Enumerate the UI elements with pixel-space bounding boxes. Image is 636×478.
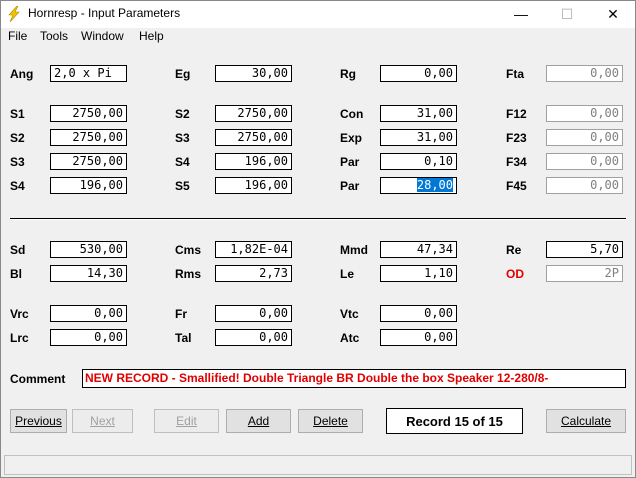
menu-file[interactable]: File bbox=[8, 29, 27, 43]
field-tal[interactable]: 0,00 bbox=[215, 329, 292, 346]
label-s4: S4 bbox=[10, 179, 25, 193]
next-button[interactable]: Next bbox=[72, 409, 133, 433]
field-f45[interactable]: 0,00 bbox=[546, 177, 623, 194]
label-f34: F34 bbox=[506, 155, 527, 169]
label-rms: Rms bbox=[175, 267, 202, 281]
field-s4[interactable]: 196,00 bbox=[50, 177, 127, 194]
label-fr: Fr bbox=[175, 307, 187, 321]
label-cms: Cms bbox=[175, 243, 202, 257]
label-f23: F23 bbox=[506, 131, 527, 145]
label-f45: F45 bbox=[506, 179, 527, 193]
field-par-1[interactable]: 0,10 bbox=[380, 153, 457, 170]
label-le: Le bbox=[340, 267, 355, 281]
label-par-1: Par bbox=[340, 155, 360, 169]
field-con[interactable]: 31,00 bbox=[380, 105, 457, 122]
field-par-2[interactable]: 28,00 bbox=[380, 177, 457, 194]
field-s2[interactable]: 2750,00 bbox=[50, 129, 127, 146]
field-s3-right[interactable]: 2750,00 bbox=[215, 129, 292, 146]
field-s2-right[interactable]: 2750,00 bbox=[215, 105, 292, 122]
menu-tools[interactable]: Tools bbox=[40, 29, 68, 43]
label-vrc: Vrc bbox=[10, 307, 29, 321]
field-sd[interactable]: 530,00 bbox=[50, 241, 127, 258]
record-indicator: Record 15 of 15 bbox=[386, 408, 523, 434]
field-fta[interactable]: 0,00 bbox=[546, 65, 623, 82]
label-eg: Eg bbox=[175, 67, 191, 81]
field-vrc[interactable]: 0,00 bbox=[50, 305, 127, 322]
status-bar bbox=[4, 455, 632, 475]
field-exp[interactable]: 31,00 bbox=[380, 129, 457, 146]
label-s2: S2 bbox=[10, 131, 25, 145]
label-fta: Fta bbox=[506, 67, 524, 81]
label-atc: Atc bbox=[340, 331, 360, 345]
label-f12: F12 bbox=[506, 107, 527, 121]
label-par-2: Par bbox=[340, 179, 360, 193]
label-comment: Comment bbox=[10, 372, 66, 386]
label-vtc: Vtc bbox=[340, 307, 359, 321]
window-title: Hornresp - Input Parameters bbox=[28, 6, 181, 20]
comment-field[interactable]: NEW RECORD - Smallified! Double Triangle… bbox=[82, 369, 626, 388]
edit-button[interactable]: Edit bbox=[154, 409, 219, 433]
label-con: Con bbox=[340, 107, 364, 121]
label-mmd: Mmd bbox=[340, 243, 368, 257]
menu-window[interactable]: Window bbox=[81, 29, 124, 43]
field-re[interactable]: 5,70 bbox=[546, 241, 623, 258]
previous-button[interactable]: Previous bbox=[10, 409, 67, 433]
maximize-button[interactable]: ☐ bbox=[544, 0, 590, 28]
menu-bar: File Tools Window Help bbox=[0, 28, 636, 46]
field-f12[interactable]: 0,00 bbox=[546, 105, 623, 122]
label-s1: S1 bbox=[10, 107, 25, 121]
calculate-label: Calculate bbox=[560, 414, 612, 428]
title-bar: Hornresp - Input Parameters — ☐ ✕ bbox=[0, 0, 636, 28]
label-sd: Sd bbox=[10, 243, 26, 257]
previous-label: Previous bbox=[15, 414, 62, 428]
selected-text: 28,00 bbox=[416, 178, 453, 192]
label-s4-right: S4 bbox=[175, 155, 190, 169]
label-s5: S5 bbox=[175, 179, 190, 193]
field-eg[interactable]: 30,00 bbox=[215, 65, 292, 82]
label-bl: Bl bbox=[10, 267, 22, 281]
label-s3-right: S3 bbox=[175, 131, 190, 145]
field-s4-right[interactable]: 196,00 bbox=[215, 153, 292, 170]
minimize-button[interactable]: — bbox=[498, 0, 544, 28]
field-s5[interactable]: 196,00 bbox=[215, 177, 292, 194]
label-lrc: Lrc bbox=[10, 331, 29, 345]
label-re: Re bbox=[506, 243, 522, 257]
label-od[interactable]: OD bbox=[506, 267, 524, 281]
field-rms[interactable]: 2,73 bbox=[215, 265, 292, 282]
edit-label: Edit bbox=[176, 414, 197, 428]
label-tal: Tal bbox=[175, 331, 192, 345]
menu-help[interactable]: Help bbox=[139, 29, 164, 43]
field-od[interactable]: 2P bbox=[546, 265, 623, 282]
field-le[interactable]: 1,10 bbox=[380, 265, 457, 282]
field-fr[interactable]: 0,00 bbox=[215, 305, 292, 322]
delete-button[interactable]: Delete bbox=[298, 409, 363, 433]
field-cms[interactable]: 1,82E-04 bbox=[215, 241, 292, 258]
field-bl[interactable]: 14,30 bbox=[50, 265, 127, 282]
field-rg[interactable]: 0,00 bbox=[380, 65, 457, 82]
field-mmd[interactable]: 47,34 bbox=[380, 241, 457, 258]
delete-label: Delete bbox=[313, 414, 348, 428]
field-ang[interactable]: 2,0 x Pi bbox=[50, 65, 127, 82]
field-f34[interactable]: 0,00 bbox=[546, 153, 623, 170]
add-label: Add bbox=[247, 414, 270, 428]
field-atc[interactable]: 0,00 bbox=[380, 329, 457, 346]
field-s3[interactable]: 2750,00 bbox=[50, 153, 127, 170]
label-exp: Exp bbox=[340, 131, 363, 145]
label-rg: Rg bbox=[340, 67, 356, 81]
label-s2-right: S2 bbox=[175, 107, 190, 121]
close-button[interactable]: ✕ bbox=[590, 0, 636, 28]
field-s1[interactable]: 2750,00 bbox=[50, 105, 127, 122]
field-vtc[interactable]: 0,00 bbox=[380, 305, 457, 322]
next-label: Next bbox=[90, 414, 115, 428]
field-lrc[interactable]: 0,00 bbox=[50, 329, 127, 346]
calculate-button[interactable]: Calculate bbox=[546, 409, 626, 433]
section-divider bbox=[10, 218, 626, 220]
add-button[interactable]: Add bbox=[226, 409, 291, 433]
label-ang: Ang bbox=[10, 67, 34, 81]
label-s3: S3 bbox=[10, 155, 25, 169]
field-f23[interactable]: 0,00 bbox=[546, 129, 623, 146]
lightning-icon bbox=[8, 6, 20, 22]
